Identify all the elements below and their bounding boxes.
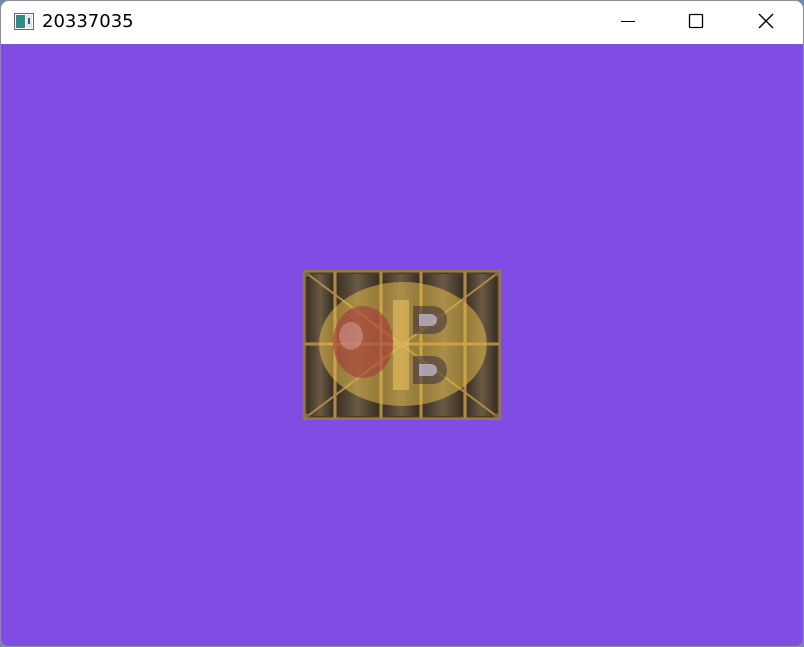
crate-texture-sprite xyxy=(303,270,501,420)
close-button[interactable] xyxy=(732,1,800,44)
app-window: 20337035 xyxy=(1,1,803,646)
minimize-button[interactable] xyxy=(594,1,662,44)
title-bar[interactable]: 20337035 xyxy=(1,1,803,44)
minimize-icon xyxy=(620,13,636,33)
window-title: 20337035 xyxy=(42,11,134,32)
maximize-icon xyxy=(688,13,704,33)
render-canvas[interactable] xyxy=(1,44,803,646)
app-icon xyxy=(14,13,34,30)
close-icon xyxy=(757,12,775,34)
maximize-button[interactable] xyxy=(662,1,730,44)
